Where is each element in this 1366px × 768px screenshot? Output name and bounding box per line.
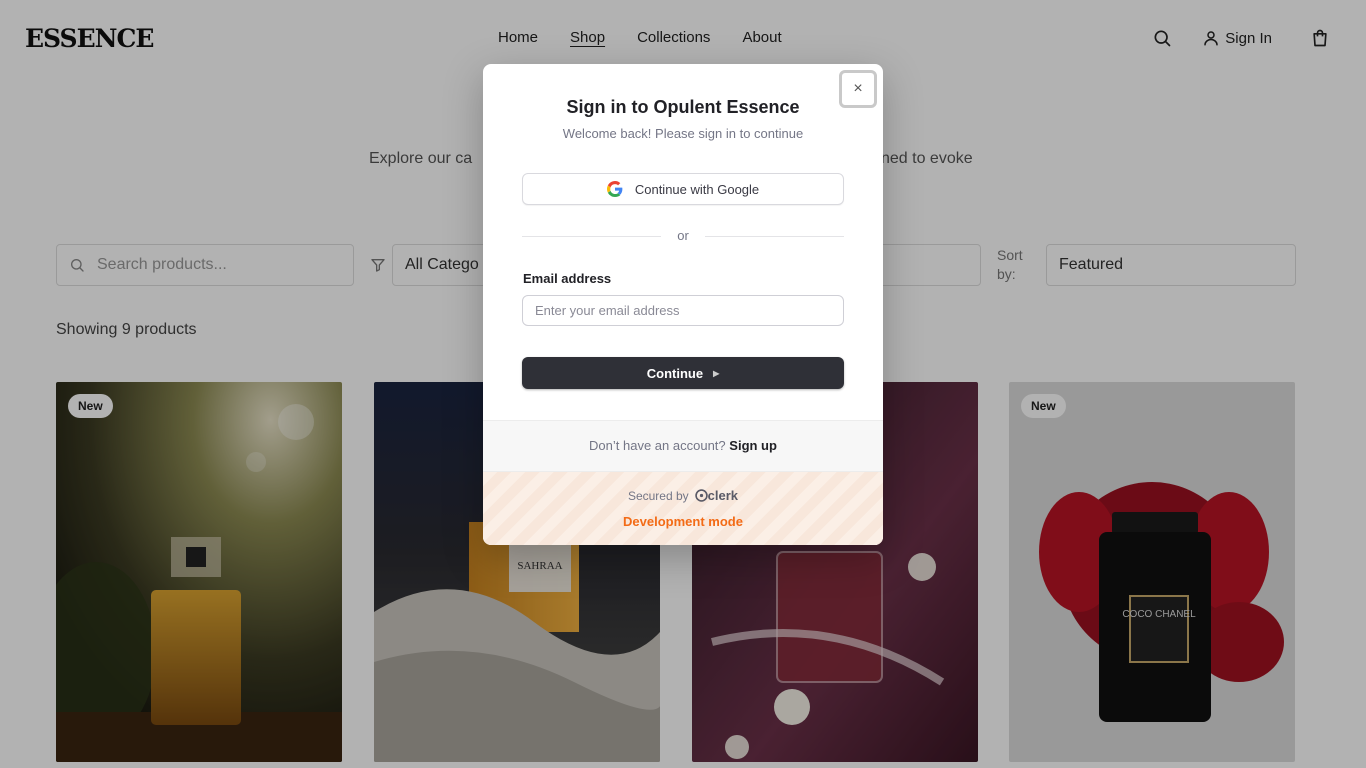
modal-title: Sign in to Opulent Essence <box>566 97 800 117</box>
google-sign-in-button[interactable]: Continue with Google <box>522 173 844 205</box>
sign-up-link[interactable]: Sign up <box>729 438 777 453</box>
modal-footer: Don’t have an account? Sign up Secured b… <box>483 420 883 545</box>
email-field[interactable] <box>522 295 844 326</box>
continue-label: Continue <box>646 365 704 381</box>
dev-mode-banner: Secured by clerk Development mode <box>483 471 883 545</box>
development-mode-label: Development mode <box>623 514 743 529</box>
no-account-text: Don’t have an account? <box>589 438 726 453</box>
secured-by-label: Secured by <box>627 488 689 503</box>
play-arrow-icon: ▶ <box>713 368 720 378</box>
clerk-logo[interactable]: clerk <box>694 488 739 503</box>
google-button-label: Continue with Google <box>634 181 760 197</box>
clerk-label: clerk <box>707 488 739 503</box>
sign-in-modal: × Sign in to Opulent Essence Welcome bac… <box>483 64 883 545</box>
sign-up-row: Don’t have an account? Sign up <box>483 438 883 453</box>
continue-button[interactable]: Continue ▶ <box>522 357 844 389</box>
secured-by: Secured by clerk <box>483 488 883 503</box>
or-divider: or <box>522 228 844 244</box>
modal-subtitle: Welcome back! Please sign in to continue <box>562 126 804 141</box>
email-label: Email address <box>523 271 612 286</box>
google-icon <box>606 181 623 197</box>
clerk-icon <box>694 489 708 502</box>
